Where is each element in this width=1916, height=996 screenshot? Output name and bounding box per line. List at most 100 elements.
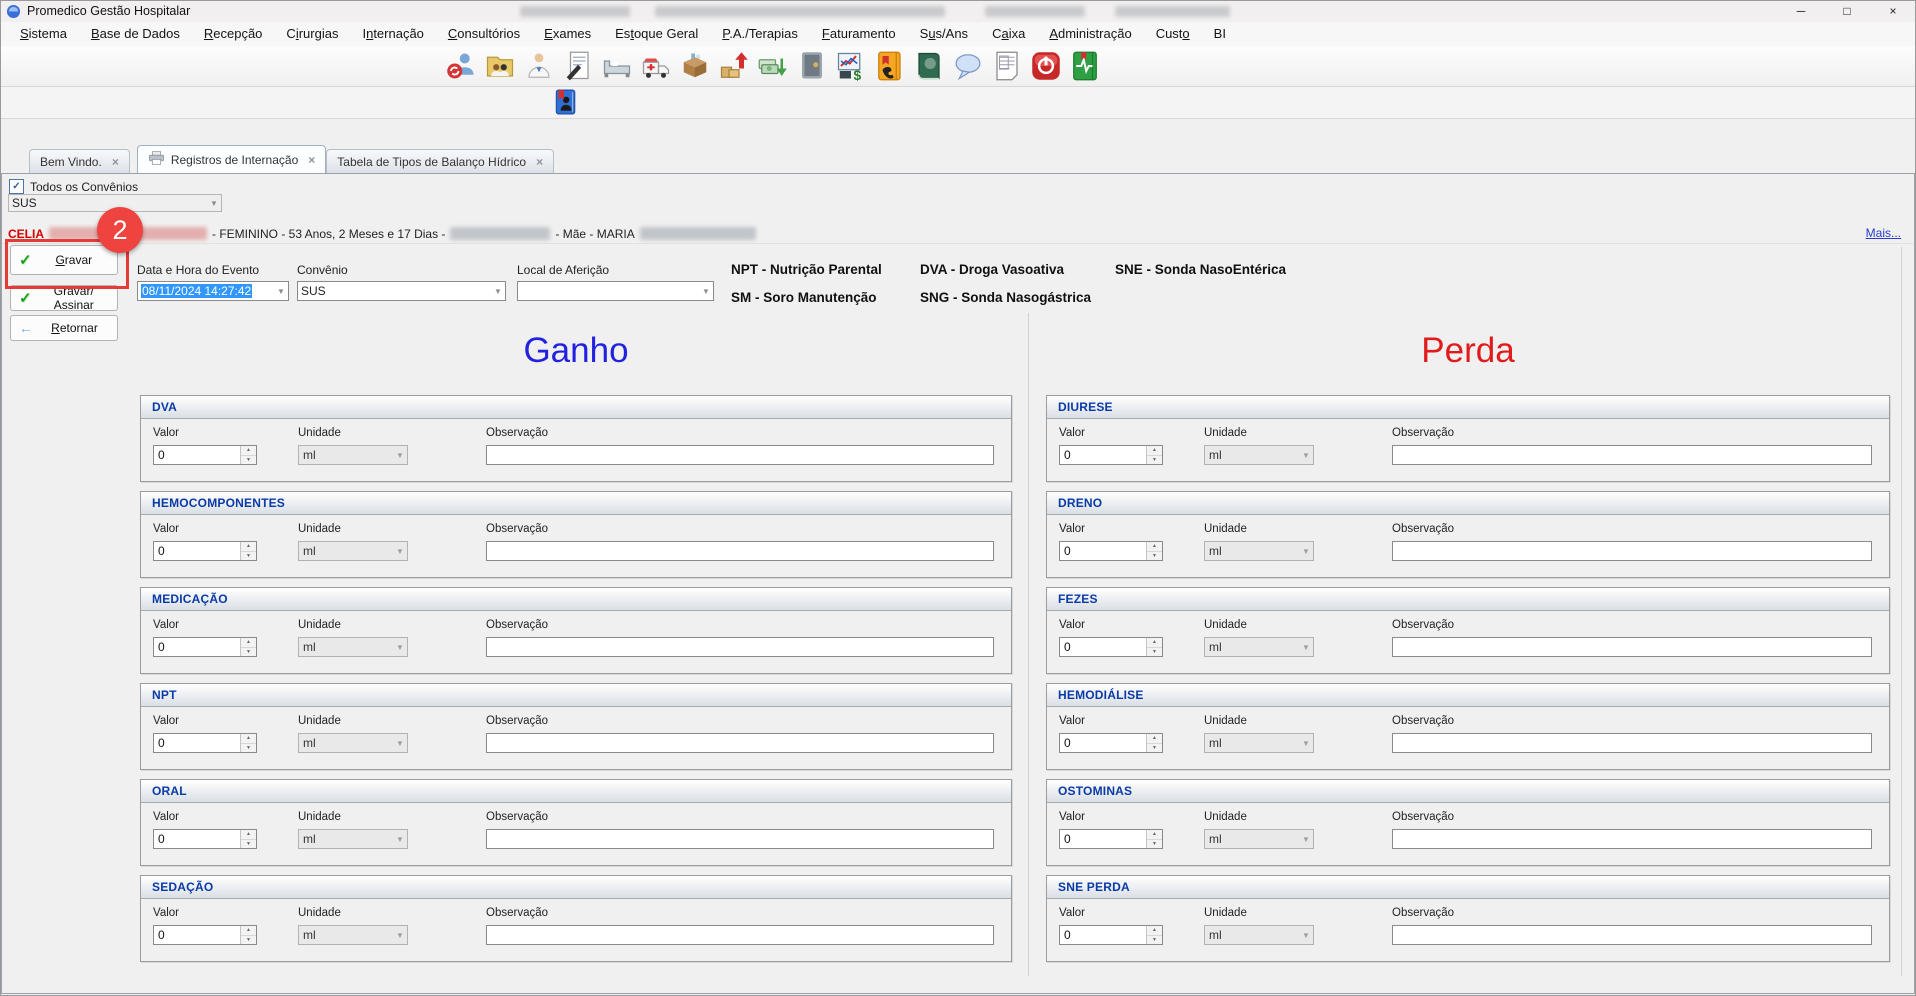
menu-item[interactable]: P.A./Terapias <box>710 22 810 46</box>
spin-down-icon[interactable]: ▼ <box>1147 744 1162 753</box>
observacao-input[interactable] <box>486 925 994 945</box>
valor-input[interactable]: 0 ▲ ▼ <box>1059 829 1163 849</box>
unidade-select[interactable]: ml ▼ <box>298 541 408 561</box>
observacao-input[interactable] <box>1392 541 1872 561</box>
unidade-select[interactable]: ml ▼ <box>298 733 408 753</box>
menu-item[interactable]: BI <box>1202 22 1238 46</box>
spin-up-icon[interactable]: ▲ <box>1147 830 1162 840</box>
patients-folder-icon[interactable] <box>485 51 515 81</box>
stock-up-icon[interactable] <box>719 51 749 81</box>
phonebook-icon[interactable] <box>875 51 905 81</box>
spinner-buttons[interactable]: ▲ ▼ <box>1146 830 1162 848</box>
spin-down-icon[interactable]: ▼ <box>1147 552 1162 561</box>
convenio-select[interactable]: SUS ▼ <box>297 281 506 301</box>
menu-item[interactable]: Faturamento <box>810 22 908 46</box>
menu-item[interactable]: Estoque Geral <box>603 22 710 46</box>
spinner-buttons[interactable]: ▲ ▼ <box>240 830 256 848</box>
patient-sync-icon[interactable] <box>446 51 476 81</box>
spin-down-icon[interactable]: ▼ <box>1147 936 1162 945</box>
patient-agenda-icon[interactable] <box>552 89 578 115</box>
menu-item[interactable]: Internação <box>350 22 435 46</box>
observacao-input[interactable] <box>1392 925 1872 945</box>
unidade-select[interactable]: ml ▼ <box>1204 829 1314 849</box>
invoice-icon[interactable] <box>992 51 1022 81</box>
spinner-buttons[interactable]: ▲ ▼ <box>240 734 256 752</box>
spin-up-icon[interactable]: ▲ <box>1147 446 1162 456</box>
doctor-icon[interactable] <box>524 51 554 81</box>
spin-up-icon[interactable]: ▲ <box>241 638 256 648</box>
spinner-buttons[interactable]: ▲ ▼ <box>1146 542 1162 560</box>
menu-item[interactable]: Base de Dados <box>79 22 192 46</box>
menu-item[interactable]: Exames <box>532 22 603 46</box>
observacao-input[interactable] <box>1392 733 1872 753</box>
spinner-buttons[interactable]: ▲ ▼ <box>240 638 256 656</box>
unidade-select[interactable]: ml ▼ <box>1204 733 1314 753</box>
spin-up-icon[interactable]: ▲ <box>241 446 256 456</box>
valor-input[interactable]: 0 ▲ ▼ <box>1059 541 1163 561</box>
unidade-select[interactable]: ml ▼ <box>298 445 408 465</box>
observacao-input[interactable] <box>486 733 994 753</box>
spin-down-icon[interactable]: ▼ <box>1147 648 1162 657</box>
spin-up-icon[interactable]: ▲ <box>1147 926 1162 936</box>
unidade-select[interactable]: ml ▼ <box>298 637 408 657</box>
spin-down-icon[interactable]: ▼ <box>241 840 256 849</box>
observacao-input[interactable] <box>486 829 994 849</box>
spin-down-icon[interactable]: ▼ <box>241 936 256 945</box>
local-afericao-select[interactable]: ▼ <box>517 281 714 301</box>
unidade-select[interactable]: ml ▼ <box>1204 445 1314 465</box>
valor-input[interactable]: 0 ▲ ▼ <box>1059 925 1163 945</box>
valor-input[interactable]: 0 ▲ ▼ <box>153 541 257 561</box>
power-icon[interactable] <box>1031 51 1061 81</box>
spinner-buttons[interactable]: ▲ ▼ <box>240 926 256 944</box>
valor-input[interactable]: 0 ▲ ▼ <box>153 829 257 849</box>
menu-item[interactable]: Sus/Ans <box>908 22 980 46</box>
menu-item[interactable]: Recepção <box>192 22 275 46</box>
spin-up-icon[interactable]: ▲ <box>241 542 256 552</box>
observacao-input[interactable] <box>1392 637 1872 657</box>
reference-book-icon[interactable] <box>914 51 944 81</box>
unidade-select[interactable]: ml ▼ <box>1204 925 1314 945</box>
tab-close-icon[interactable]: × <box>112 155 119 169</box>
menu-item[interactable]: Administração <box>1037 22 1143 46</box>
retornar-button[interactable]: ← Retornar <box>10 315 118 341</box>
valor-input[interactable]: 0 ▲ ▼ <box>1059 445 1163 465</box>
spinner-buttons[interactable]: ▲ ▼ <box>240 446 256 464</box>
tab[interactable]: Bem Vindo. × <box>29 149 130 173</box>
close-button[interactable]: × <box>1870 0 1916 22</box>
menu-item[interactable]: Cirurgias <box>274 22 350 46</box>
spin-down-icon[interactable]: ▼ <box>241 744 256 753</box>
contract-icon[interactable] <box>563 51 593 81</box>
data-evento-select[interactable]: 08/11/2024 14:27:42 ▼ <box>137 281 289 301</box>
spinner-buttons[interactable]: ▲ ▼ <box>1146 446 1162 464</box>
observacao-input[interactable] <box>486 445 994 465</box>
ambulance-icon[interactable] <box>641 51 671 81</box>
valor-input[interactable]: 0 ▲ ▼ <box>153 637 257 657</box>
finance-chart-icon[interactable]: $ <box>836 51 866 81</box>
unidade-select[interactable]: ml ▼ <box>1204 637 1314 657</box>
spin-down-icon[interactable]: ▼ <box>241 648 256 657</box>
spin-down-icon[interactable]: ▼ <box>1147 840 1162 849</box>
menu-item[interactable]: Custo <box>1144 22 1202 46</box>
mais-link[interactable]: Mais... <box>1866 226 1901 240</box>
menu-item[interactable]: Sistema <box>8 22 79 46</box>
money-in-icon[interactable] <box>758 51 788 81</box>
observacao-input[interactable] <box>1392 829 1872 849</box>
tab[interactable]: Tabela de Tipos de Balanço Hídrico × <box>326 149 554 173</box>
maximize-button[interactable]: □ <box>1824 0 1870 22</box>
unidade-select[interactable]: ml ▼ <box>1204 541 1314 561</box>
spin-down-icon[interactable]: ▼ <box>241 552 256 561</box>
spin-up-icon[interactable]: ▲ <box>241 926 256 936</box>
spin-up-icon[interactable]: ▲ <box>1147 542 1162 552</box>
observacao-input[interactable] <box>1392 445 1872 465</box>
spin-down-icon[interactable]: ▼ <box>241 456 256 465</box>
unidade-select[interactable]: ml ▼ <box>298 925 408 945</box>
health-record-icon[interactable] <box>1070 51 1100 81</box>
observacao-input[interactable] <box>486 541 994 561</box>
hospital-bed-icon[interactable] <box>602 51 632 81</box>
observacao-input[interactable] <box>486 637 994 657</box>
spinner-buttons[interactable]: ▲ ▼ <box>240 542 256 560</box>
all-convenios-checkbox[interactable]: ✓ <box>9 179 24 194</box>
spin-up-icon[interactable]: ▲ <box>241 734 256 744</box>
valor-input[interactable]: 0 ▲ ▼ <box>153 733 257 753</box>
spinner-buttons[interactable]: ▲ ▼ <box>1146 734 1162 752</box>
